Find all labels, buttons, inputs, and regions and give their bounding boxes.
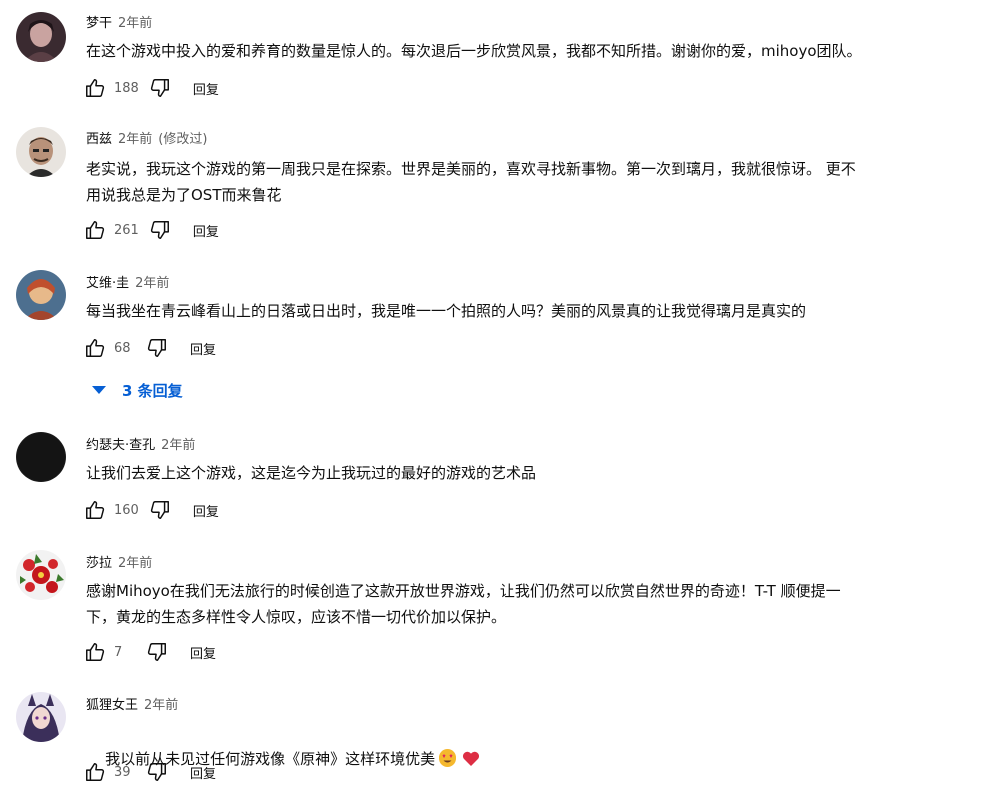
comment-author[interactable]: 约瑟夫·查孔 [86, 434, 155, 453]
thumbs-down-icon [147, 763, 166, 781]
like-button[interactable] [82, 497, 108, 523]
comment-timestamp[interactable]: 2年前 [144, 694, 178, 713]
comment-actions: 261 回复 [82, 217, 219, 243]
like-button[interactable] [82, 75, 108, 101]
reply-button[interactable]: 回复 [193, 501, 219, 520]
thumbs-up-icon [86, 79, 105, 97]
thumbs-down-icon [150, 501, 169, 519]
like-button[interactable] [82, 217, 108, 243]
comment-text: 感谢Mihoyo在我们无法旅行的时候创造了这款开放世界游戏，让我们仍然可以欣赏自… [86, 582, 841, 626]
thumbs-down-icon [150, 221, 169, 239]
dislike-button[interactable] [144, 759, 170, 785]
thumbs-down-icon [147, 643, 166, 661]
comment-text: 我以前从未见过任何游戏像《原神》这样环境优美 [86, 720, 991, 801]
like-button[interactable] [82, 639, 108, 665]
comment-text: 老实说，我玩这个游戏的第一周我只是在探索。世界是美丽的，喜欢寻找新事物。第一次到… [86, 160, 856, 204]
thumbs-up-icon [86, 221, 105, 239]
thumbs-up-icon [86, 643, 105, 661]
replies-count-label: 3 条回复 [122, 381, 183, 400]
comment-timestamp[interactable]: 2年前 [118, 552, 152, 571]
like-button[interactable] [82, 759, 108, 785]
dislike-button[interactable] [144, 639, 170, 665]
comment-timestamp[interactable]: 2年前 [118, 12, 152, 31]
comment-timestamp[interactable]: 2年前 [118, 128, 152, 147]
like-count: 160 [114, 502, 139, 518]
comment-author[interactable]: 莎拉 [86, 552, 112, 571]
smiling-face-with-heart-eyes-icon [439, 749, 457, 767]
thumbs-up-icon [86, 339, 105, 357]
comment-text: 每当我坐在青云峰看山上的日落或日出时，我是唯一一个拍照的人吗？美丽的风景真的让我… [86, 302, 807, 320]
like-count: 68 [114, 340, 131, 356]
comment-author[interactable]: 狐狸女王 [86, 694, 138, 713]
comment-timestamp[interactable]: 2年前 [135, 272, 169, 291]
like-button[interactable] [82, 335, 108, 361]
view-replies-button[interactable]: 3 条回复 [88, 378, 183, 402]
reply-button[interactable]: 回复 [190, 339, 216, 358]
avatar[interactable] [16, 12, 66, 62]
avatar[interactable] [16, 432, 66, 482]
like-count: 188 [114, 80, 139, 96]
comment-actions: 160 回复 [82, 497, 219, 523]
thumbs-up-icon [86, 501, 105, 519]
reply-button[interactable]: 回复 [190, 643, 216, 662]
dislike-button[interactable] [147, 75, 173, 101]
red-heart-icon [462, 749, 480, 775]
avatar[interactable] [16, 270, 66, 320]
comment-actions: 68 回复 [82, 335, 216, 361]
dislike-button[interactable] [144, 335, 170, 361]
reply-button[interactable]: 回复 [193, 221, 219, 240]
comment-author[interactable]: 西兹 [86, 128, 112, 147]
like-count: 7 [114, 644, 123, 660]
dislike-button[interactable] [147, 217, 173, 243]
comment-text: 让我们去爱上这个游戏，这是迄今为止我玩过的最好的游戏的艺术品 [86, 464, 537, 482]
avatar[interactable] [16, 550, 66, 600]
comment-actions: 7 回复 [82, 639, 216, 665]
reply-button[interactable]: 回复 [193, 79, 219, 98]
like-count: 39 [114, 764, 131, 780]
thumbs-down-icon [150, 79, 169, 97]
comment-text: 在这个游戏中投入的爱和养育的数量是惊人的。每次退后一步欣赏风景，我都不知所措。谢… [86, 42, 862, 60]
reply-button[interactable]: 回复 [190, 763, 216, 782]
comment-actions: 39 回复 [82, 759, 216, 785]
comment-author[interactable]: 艾维·圭 [86, 272, 129, 291]
avatar[interactable] [16, 127, 66, 177]
dislike-button[interactable] [147, 497, 173, 523]
thumbs-up-icon [86, 763, 105, 781]
like-count: 261 [114, 222, 139, 238]
comment-actions: 188 回复 [82, 75, 219, 101]
thumbs-down-icon [147, 339, 166, 357]
comment-timestamp[interactable]: 2年前 [161, 434, 195, 453]
caret-down-icon [92, 386, 106, 394]
avatar[interactable] [16, 692, 66, 742]
comment-author[interactable]: 梦干 [86, 12, 112, 31]
edited-label: (修改过) [158, 131, 208, 147]
